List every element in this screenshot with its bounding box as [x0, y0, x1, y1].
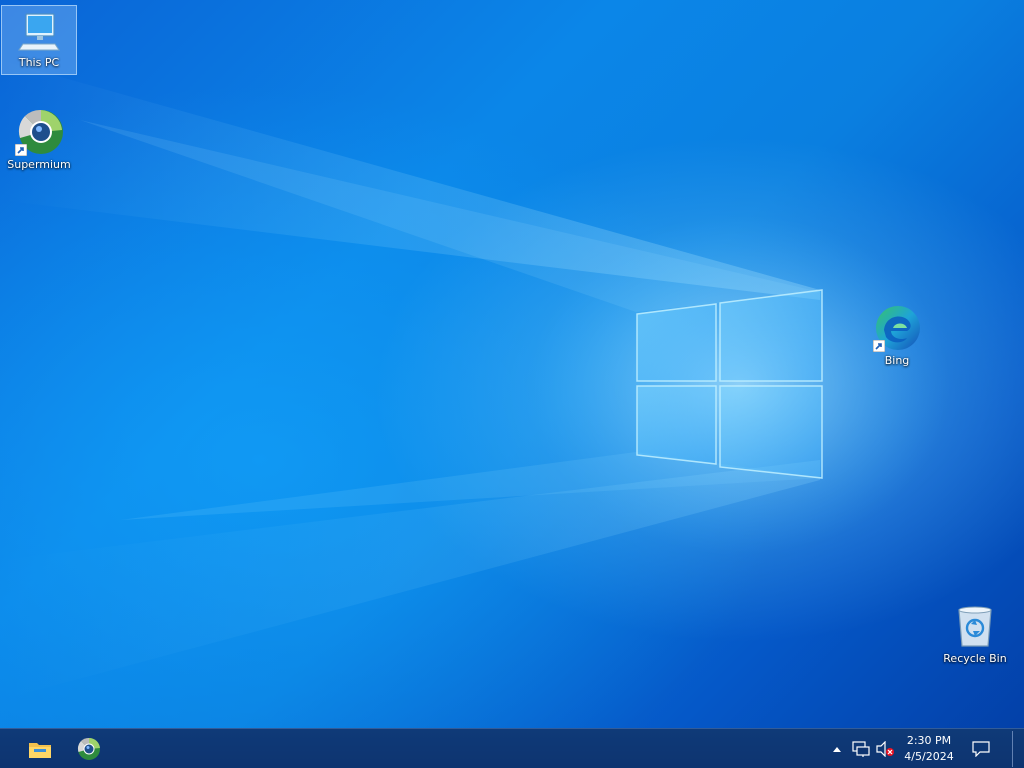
browser-icon: [77, 737, 100, 760]
clock-date: 4/5/2024: [904, 749, 954, 763]
taskbar-file-explorer-button[interactable]: [16, 729, 64, 768]
folder-icon: [29, 742, 51, 758]
taskbar-supermium-button[interactable]: [65, 729, 113, 768]
desktop-icon-supermium[interactable]: Supermium: [2, 104, 76, 172]
recycle-bin-icon: [951, 602, 999, 650]
desktop[interactable]: This PC Supermium Bing Recycle Bin: [0, 0, 1024, 728]
action-center-icon: [972, 740, 990, 757]
tray-volume-button[interactable]: [874, 729, 896, 768]
show-desktop-button[interactable]: [1012, 731, 1023, 767]
chevron-up-icon: [833, 746, 841, 752]
desktop-icon-label: Bing: [884, 354, 910, 367]
shortcut-arrow-icon: [873, 340, 885, 352]
desktop-icon-label: Supermium: [7, 158, 71, 171]
desktop-icon-label: Recycle Bin: [943, 652, 1007, 665]
browser-icon: [15, 108, 63, 156]
desktop-icon-recycle-bin[interactable]: Recycle Bin: [938, 598, 1012, 666]
shortcut-arrow-icon: [15, 144, 27, 156]
tray-overflow-button[interactable]: [829, 729, 845, 768]
desktop-icon-bing[interactable]: Bing: [860, 300, 934, 368]
taskbar: 2:30 PM 4/5/2024: [0, 728, 1024, 768]
tray-network-button[interactable]: [850, 729, 872, 768]
network-icon: [852, 740, 870, 757]
taskbar-clock[interactable]: 2:30 PM 4/5/2024: [896, 729, 962, 768]
clock-time: 2:30 PM: [906, 733, 952, 747]
action-center-button[interactable]: [966, 729, 996, 768]
computer-icon: [15, 10, 63, 54]
edge-icon: [873, 304, 921, 352]
volume-muted-icon: [876, 740, 894, 757]
desktop-icon-this-pc[interactable]: This PC: [1, 5, 77, 75]
desktop-icon-label: This PC: [18, 56, 60, 69]
